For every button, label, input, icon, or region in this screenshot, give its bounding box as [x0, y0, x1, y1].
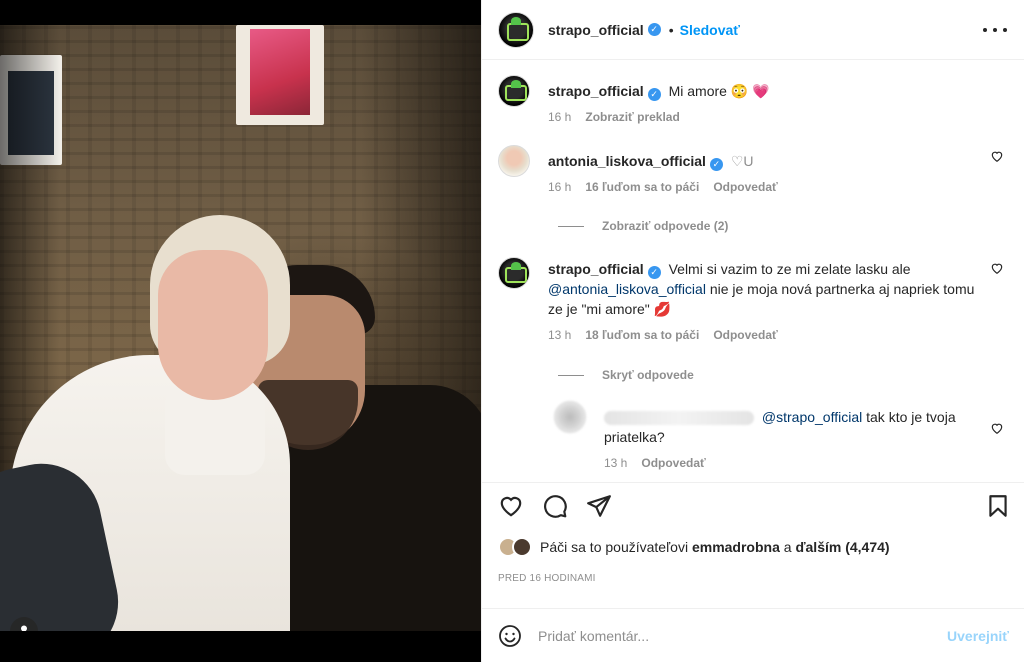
save-bookmark-icon[interactable]: [985, 493, 1011, 519]
post-photo[interactable]: [0, 25, 481, 631]
comment-input[interactable]: [538, 627, 948, 644]
separator-dot: •: [668, 21, 674, 38]
comment-likes[interactable]: 18 ľuďom sa to páči: [585, 325, 699, 345]
publish-button[interactable]: Uverejniť: [947, 628, 1009, 644]
comments-list[interactable]: strapo_official ✓ Mi amore 😳 💗 16 h Zobra…: [482, 61, 1024, 482]
commenter-avatar[interactable]: [498, 257, 530, 289]
redacted-username: [604, 411, 754, 426]
comment-item: antonia_liskova_official ✓ ♡U 16 h 16 ľuď…: [498, 145, 1008, 197]
caption-time: 16 h: [548, 110, 572, 124]
emoji-smiley-icon[interactable]: [498, 624, 522, 648]
liker-username[interactable]: emmadrobna: [692, 539, 780, 555]
author-avatar[interactable]: [498, 11, 534, 48]
comment-mention[interactable]: @antonia_liskova_official: [548, 281, 706, 297]
comment-text-start: Velmi si vazim to ze mi zelate lasku ale: [668, 261, 911, 277]
verified-icon: ✓: [647, 88, 661, 101]
like-reply-heart-icon[interactable]: [990, 421, 1004, 435]
like-comment-heart-icon[interactable]: [990, 149, 1004, 163]
comment-username[interactable]: strapo_official: [548, 261, 644, 277]
caption-username[interactable]: strapo_official: [548, 83, 644, 99]
reply-button[interactable]: Odpovedať: [713, 325, 777, 345]
comment-time: 13 h: [548, 328, 572, 342]
comment-time: 16 h: [548, 180, 572, 194]
comment-bubble-icon[interactable]: [542, 493, 568, 519]
caption-text: Mi amore 😳 💗: [668, 83, 770, 99]
likes-count-link[interactable]: ďalším (4,474): [795, 539, 889, 555]
add-comment-bar: Uverejniť: [482, 608, 1024, 662]
like-heart-icon[interactable]: [498, 493, 524, 519]
verified-icon: ✓: [709, 158, 723, 171]
like-comment-heart-icon[interactable]: [990, 261, 1004, 275]
follow-button[interactable]: Sledovať: [680, 22, 740, 38]
liker-avatar[interactable]: [512, 537, 532, 557]
post-header: strapo_official ✓ • Sledovať: [482, 0, 1024, 60]
comment-item: strapo_official ✓ Velmi si vazim to ze mi…: [498, 257, 1008, 345]
hide-replies-toggle[interactable]: Skryť odpovede: [558, 368, 694, 382]
woman-face: [158, 250, 268, 400]
view-replies-toggle[interactable]: Zobraziť odpovede (2): [558, 219, 728, 233]
comment-likes[interactable]: 16 ľuďom sa to páči: [585, 177, 699, 197]
caption: strapo_official ✓ Mi amore 😳 💗 16 h Zobra…: [498, 75, 1008, 127]
reply-mention[interactable]: @strapo_official: [762, 409, 862, 425]
verified-icon: ✓: [647, 266, 661, 279]
reply-time: 13 h: [604, 456, 628, 470]
translate-link[interactable]: Zobraziť preklad: [585, 107, 679, 127]
reply-button[interactable]: Odpovedať: [713, 177, 777, 197]
verified-icon: ✓: [647, 23, 661, 36]
reply-item: @strapo_official tak kto je tvoja priate…: [554, 401, 1008, 473]
post-timestamp[interactable]: PRED 16 HODINAMI: [498, 573, 596, 584]
likes-summary: Páči sa to používateľovi emmadrobna a ďa…: [498, 537, 890, 557]
reply-button[interactable]: Odpovedať: [641, 453, 705, 473]
more-options-icon[interactable]: [983, 20, 1007, 40]
action-bar: [482, 482, 1024, 528]
comment-username[interactable]: antonia_liskova_official: [548, 153, 706, 169]
window-right: [236, 25, 324, 125]
share-paper-plane-icon[interactable]: [586, 493, 612, 519]
reply-avatar[interactable]: [554, 401, 586, 433]
commenter-avatar[interactable]: [498, 145, 530, 177]
comment-text: ♡U: [730, 153, 754, 169]
caption-avatar[interactable]: [498, 75, 530, 107]
author-username[interactable]: strapo_official: [548, 22, 644, 38]
post-detail-panel: strapo_official ✓ • Sledovať strapo_offi…: [481, 0, 1024, 662]
